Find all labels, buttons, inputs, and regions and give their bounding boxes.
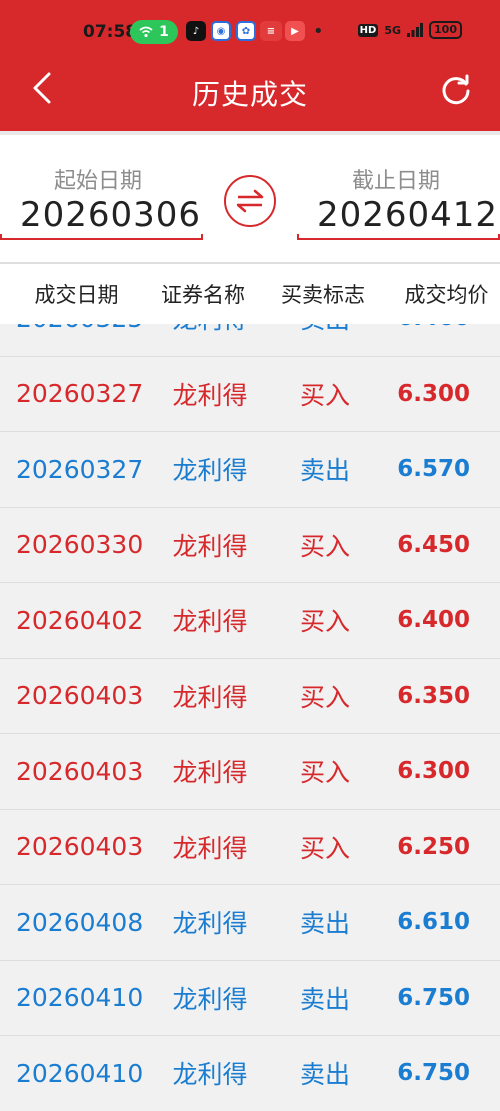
start-date-underline: [0, 234, 203, 240]
table-header: 成交日期 证券名称 买卖标志 成交均价: [0, 262, 500, 324]
table-row[interactable]: 20260403 龙利得 买入 6.250: [0, 810, 500, 885]
table-row[interactable]: 20260325龙利得卖出6.460: [0, 324, 500, 357]
avg-price-cell: 6.610: [397, 909, 470, 936]
table-row[interactable]: 20260327 龙利得 卖出 6.570: [0, 432, 500, 508]
signal-icon: [407, 23, 424, 37]
news-app-icon: ≡: [260, 21, 282, 41]
trade-side-cell: 买入: [299, 833, 350, 863]
trade-date-cell: 20260330: [16, 530, 144, 560]
app-notification-icon: ◉: [211, 21, 231, 41]
table-row[interactable]: 20260410 龙利得 卖出 6.750: [0, 961, 500, 1036]
security-name-cell: 龙利得: [172, 758, 248, 788]
trade-side-cell: 买入: [299, 531, 350, 561]
trade-history-list[interactable]: 20260325龙利得卖出6.46020260327龙利得买入6.3002026…: [0, 324, 500, 1111]
avg-price-cell: 6.750: [397, 1060, 470, 1087]
security-name-cell: 龙利得: [172, 833, 248, 863]
wifi-hotspot-badge: 1: [130, 20, 178, 44]
trade-side-cell: 买入: [299, 380, 350, 410]
trade-side-cell: 买入: [299, 607, 350, 637]
trade-date-cell: 20260410: [16, 1058, 144, 1088]
app-header: 07:58 1 ♪ ◉ ✿ ≡ ▶ • HD 5G 100 历史成交: [0, 0, 500, 131]
wifi-icon: [139, 26, 153, 38]
avg-price-cell: 6.250: [397, 833, 470, 860]
trade-date-cell: 20260410: [16, 983, 144, 1013]
refresh-icon: [442, 74, 470, 105]
wifi-count: 1: [159, 24, 169, 40]
trade-date-cell: 20260327: [16, 454, 144, 484]
table-row[interactable]: 20260410 龙利得 卖出 6.750: [0, 1036, 500, 1111]
trade-side-cell: 卖出: [299, 984, 350, 1014]
table-row[interactable]: 20260402 龙利得 买入 6.400: [0, 583, 500, 659]
trade-rows: 20260325龙利得卖出6.46020260327龙利得买入6.3002026…: [0, 324, 500, 1111]
trade-date-cell: 20260325: [0, 324, 153, 333]
start-date-field[interactable]: 20260306: [20, 195, 201, 235]
avg-price-cell: 6.450: [397, 531, 470, 558]
page-title: 历史成交: [191, 78, 308, 111]
avg-price-cell: 6.570: [397, 456, 470, 483]
trade-date-cell: 20260402: [16, 605, 144, 635]
column-header-trade-date: 成交日期: [34, 283, 119, 307]
baidu-icon: ✿: [236, 21, 256, 41]
security-name-cell: 龙利得: [172, 456, 248, 486]
table-row[interactable]: 20260330 龙利得 买入 6.450: [0, 508, 500, 583]
column-header-avg-price: 成交均价: [404, 283, 489, 307]
refresh-button[interactable]: [436, 70, 476, 110]
status-indicators: HD 5G 100: [357, 21, 462, 39]
start-date-label: 起始日期: [54, 169, 143, 194]
trade-date-cell: 20260403: [16, 756, 144, 786]
trade-date-cell: 20260403: [16, 681, 144, 711]
trade-side-cell: 卖出: [267, 324, 383, 336]
avg-price-cell: 6.300: [397, 758, 470, 785]
status-bar: 07:58 1 ♪ ◉ ✿ ≡ ▶ • HD 5G 100: [0, 0, 500, 58]
battery-indicator: 100: [429, 21, 462, 39]
avg-price-cell: 6.460: [383, 324, 500, 331]
date-range-panel: 起始日期 20260306 截止日期 20260412: [0, 131, 500, 262]
table-row[interactable]: 20260327 龙利得 买入 6.300: [0, 357, 500, 432]
security-name-cell: 龙利得: [172, 380, 248, 410]
status-time: 07:58: [83, 22, 138, 42]
more-notifications-icon: •: [313, 21, 324, 42]
trade-date-cell: 20260408: [16, 907, 144, 937]
swap-dates-button[interactable]: [224, 175, 276, 227]
security-name-cell: 龙利得: [172, 682, 248, 712]
trade-date-cell: 20260327: [16, 379, 144, 409]
table-row[interactable]: 20260403 龙利得 买入 6.350: [0, 659, 500, 734]
hd-badge: HD: [357, 23, 379, 37]
swap-arrows-icon: [236, 189, 264, 213]
video-app-icon: ▶: [285, 21, 305, 41]
end-date-underline: [297, 234, 500, 240]
trade-date-cell: 20260403: [16, 832, 144, 862]
network-type: 5G: [384, 23, 402, 37]
end-date-label: 截止日期: [352, 169, 441, 194]
trade-side-cell: 卖出: [299, 456, 350, 486]
trade-side-cell: 卖出: [299, 909, 350, 939]
avg-price-cell: 6.350: [397, 682, 470, 709]
avg-price-cell: 6.300: [397, 380, 470, 407]
column-header-side: 买卖标志: [281, 283, 365, 307]
table-row[interactable]: 20260408 龙利得 卖出 6.610: [0, 885, 500, 961]
table-row[interactable]: 20260403 龙利得 买入 6.300: [0, 734, 500, 810]
security-name-cell: 龙利得: [172, 909, 248, 939]
trade-side-cell: 买入: [299, 758, 350, 788]
security-name-cell: 龙利得: [153, 324, 267, 336]
security-name-cell: 龙利得: [172, 531, 248, 561]
security-name-cell: 龙利得: [172, 1060, 248, 1090]
trade-side-cell: 卖出: [299, 1060, 350, 1090]
trade-side-cell: 买入: [299, 682, 350, 712]
column-header-security-name: 证券名称: [161, 283, 245, 307]
tiktok-icon: ♪: [186, 21, 206, 41]
end-date-field[interactable]: 20260412: [317, 195, 498, 235]
security-name-cell: 龙利得: [172, 607, 248, 637]
avg-price-cell: 6.750: [397, 984, 470, 1011]
avg-price-cell: 6.400: [397, 607, 470, 634]
security-name-cell: 龙利得: [172, 984, 248, 1014]
